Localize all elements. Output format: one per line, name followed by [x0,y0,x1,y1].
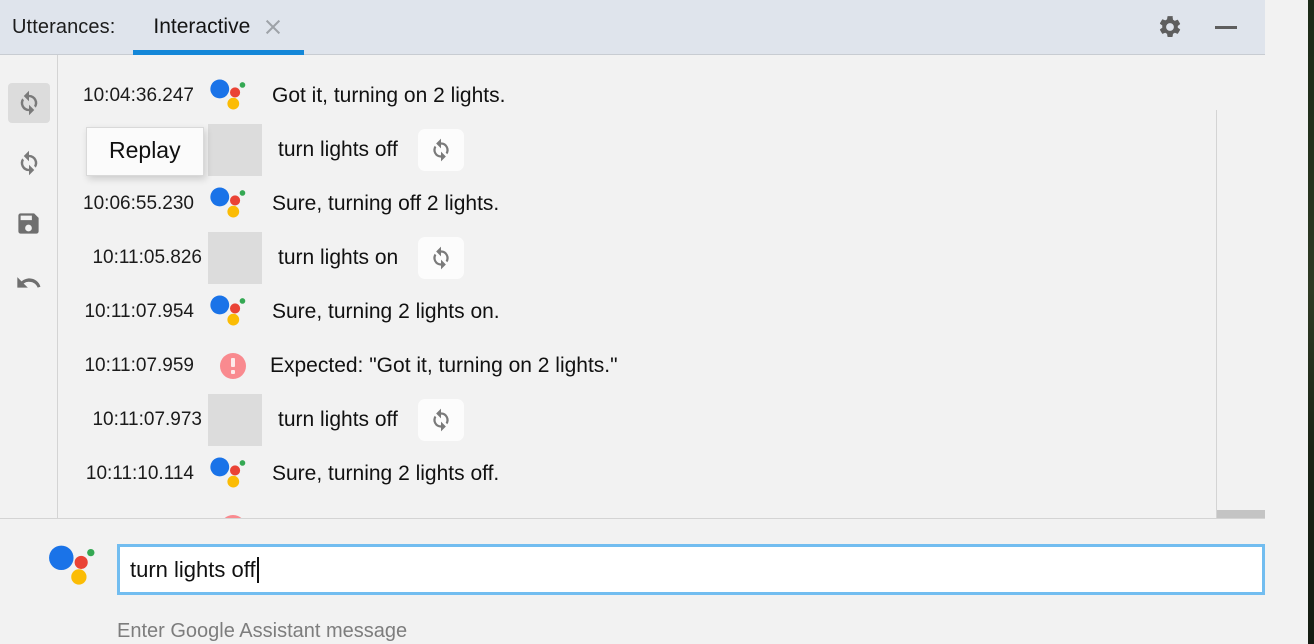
message-avatar-slot [206,454,262,494]
google-assistant-icon [46,541,98,598]
error-icon [220,353,246,379]
close-icon[interactable] [264,18,282,36]
message-text: Got it, turning on 2 lights. [272,84,506,107]
user-avatar-placeholder [208,124,262,176]
google-assistant-icon [210,457,246,488]
message-text: turn lights on [278,246,399,269]
google-assistant-icon [210,79,246,110]
gear-icon[interactable] [1155,12,1185,42]
message-text: Sure, turning 2 lights off. [272,462,500,485]
message-timestamp: 10:11:07.973 [92,409,202,430]
save-button[interactable] [8,203,50,243]
message-input-value: turn lights off [130,556,256,582]
conversation-list[interactable]: 10:04:36.247 Got it, turning on 2 lights.… [58,55,1265,518]
message-input-hint: Enter Google Assistant message [117,620,408,642]
sidebar-item-utterances[interactable]: Utterances [1217,510,1265,518]
replay-button[interactable] [7,83,50,123]
message-text: turn lights off [278,138,398,161]
conversation-row-expected: 10:11:10.121Expected: "Sure, turning off… [58,501,1265,518]
message-text: Sure, turning off 2 lights. [272,192,500,215]
tab-active-indicator [133,49,305,55]
row-replay-button[interactable] [417,129,464,171]
minimize-bar [1215,25,1237,29]
title-bar: Utterances: Interactive [0,0,1265,55]
message-timestamp: 10:11:07.954 [84,301,194,322]
screen-edge [1308,0,1314,644]
message-avatar-slot [206,232,262,284]
message-avatar-slot [206,124,262,176]
message-text: Expected: "Got it, turning on 2 lights." [270,354,618,377]
conversation-row-expected: 10:11:07.959 Expected: "Got it, turning o… [58,339,1265,393]
replay-all-icon [20,150,37,176]
conversation-row-assistant: 10:06:55.230 Sure, turning off 2 lights. [58,177,1265,231]
message-timestamp: 10:11:10.114 [85,463,194,484]
message-timestamp: 10:11:07.959 [84,355,194,376]
main-body: 10:04:36.247 Got it, turning on 2 lights.… [0,55,1265,518]
message-timestamp: 10:06:55.230 [83,193,194,214]
replay-all-button[interactable] [8,143,50,183]
message-avatar-slot [206,184,262,224]
user-avatar-placeholder [208,394,262,446]
right-tool-strip: Utterances [1216,110,1265,518]
conversation-rows: 10:04:36.247 Got it, turning on 2 lights.… [58,69,1265,518]
minimize-icon[interactable] [1211,12,1241,42]
conversation-row-assistant: 10:04:36.247 Got it, turning on 2 lights. [58,69,1265,123]
tool-window-title: Utterances: [12,15,116,38]
google-assistant-icon [210,295,246,326]
message-timestamp: 10:04:36.247 [83,85,194,106]
row-replay-button[interactable] [417,399,464,441]
message-input-line: turn lights off [46,541,1265,598]
message-timestamp: 10:11:05.826 [92,247,202,268]
replay-icon [433,246,449,270]
tab-interactive-label: Interactive [153,15,251,38]
save-icon [18,212,39,234]
message-text: Sure, turning 2 lights on. [272,300,500,323]
user-avatar-placeholder [208,232,262,284]
message-avatar-slot [206,76,262,116]
conversation-row-user: 10:11:05.826 turn lights on [58,231,1265,285]
replay-icon [20,90,37,116]
undo-button[interactable] [8,263,50,303]
replay-icon [433,138,449,162]
conversation-row-user: .272turn lights off [58,123,1265,177]
message-avatar-slot [206,292,262,332]
google-assistant-icon [210,187,246,218]
title-bar-actions [1155,12,1265,42]
conversation-row-assistant: 10:11:10.114 Sure, turning 2 lights off. [58,447,1265,501]
tooltip-replay: Replay [86,127,204,176]
row-replay-button[interactable] [418,237,465,279]
text-caret [256,556,259,583]
left-toolbar [0,55,58,518]
tab-interactive[interactable]: Interactive [133,0,305,55]
message-avatar-slot [206,394,262,446]
assistant-tool-window: Utterances: Interactive 10:04:36.247 Got… [0,0,1314,644]
message-avatar-slot [206,353,262,379]
undo-icon [16,277,40,288]
replay-icon [433,408,449,432]
message-input[interactable]: turn lights off [117,544,1265,595]
message-text: turn lights off [278,408,398,431]
conversation-row-user: 10:11:07.973 turn lights off [58,393,1265,447]
message-input-area: turn lights off Enter Google Assistant m… [0,518,1265,644]
conversation-row-assistant: 10:11:07.954 Sure, turning 2 lights on. [58,285,1265,339]
